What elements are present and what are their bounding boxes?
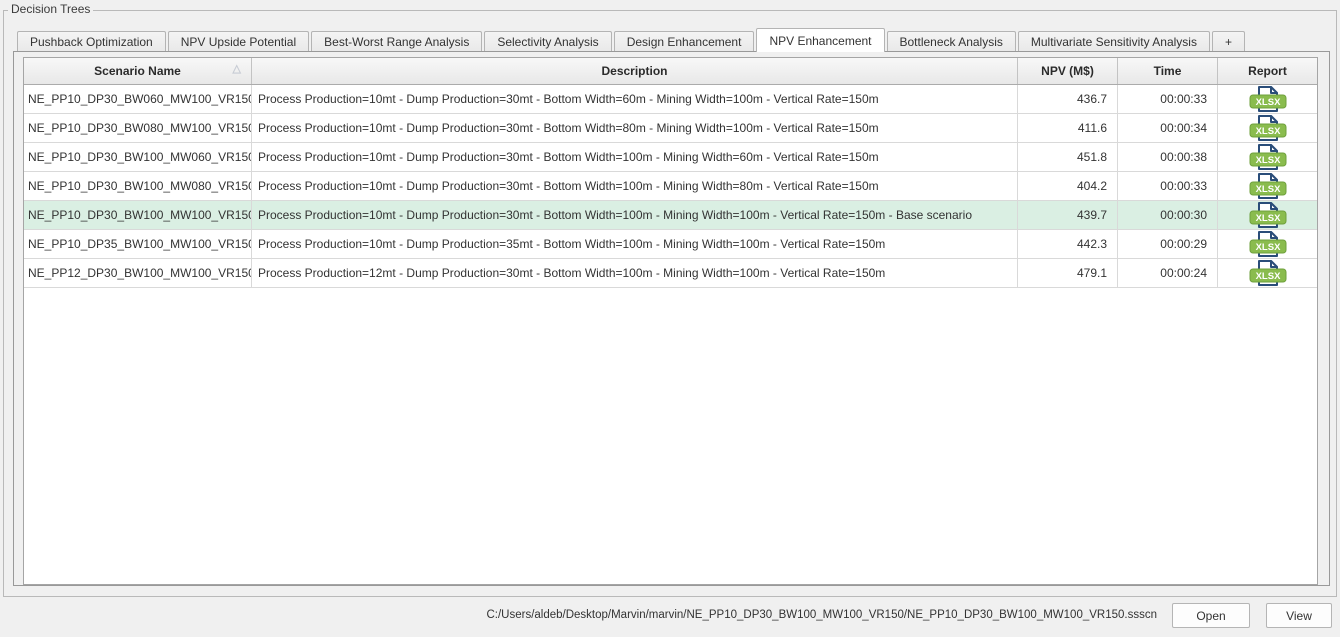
- table-body: NE_PP10_DP30_BW060_MW100_VR150 Process P…: [24, 85, 1317, 288]
- xlsx-report-icon[interactable]: XLSX: [1248, 201, 1288, 229]
- tab-label: Pushback Optimization: [30, 35, 153, 49]
- column-header-label: Scenario Name: [94, 64, 181, 78]
- svg-text:XLSX: XLSX: [1255, 271, 1280, 282]
- time-cell: 00:00:30: [1118, 201, 1218, 229]
- tab-add[interactable]: +: [1212, 31, 1245, 51]
- groupbox-title: Decision Trees: [8, 2, 93, 16]
- open-button[interactable]: Open: [1172, 603, 1250, 628]
- tab-npv-enhancement[interactable]: NPV Enhancement: [756, 28, 884, 52]
- description-cell: Process Production=12mt - Dump Productio…: [252, 259, 1018, 287]
- tab-label: Design Enhancement: [627, 35, 742, 49]
- scenario-name-cell: NE_PP10_DP30_BW100_MW080_VR150: [24, 172, 252, 200]
- report-cell: XLSX: [1218, 201, 1317, 229]
- scenario-name-cell: NE_PP10_DP30_BW060_MW100_VR150: [24, 85, 252, 113]
- xlsx-report-icon[interactable]: XLSX: [1248, 85, 1288, 113]
- tab-best-worst-range-analysis[interactable]: Best-Worst Range Analysis: [311, 31, 482, 51]
- column-header-npv[interactable]: NPV (M$): [1018, 58, 1118, 84]
- description-cell: Process Production=10mt - Dump Productio…: [252, 85, 1018, 113]
- description-cell: Process Production=10mt - Dump Productio…: [252, 230, 1018, 258]
- scenario-name-cell: NE_PP12_DP30_BW100_MW100_VR150: [24, 259, 252, 287]
- time-cell: 00:00:33: [1118, 85, 1218, 113]
- table-row[interactable]: NE_PP10_DP35_BW100_MW100_VR150 Process P…: [24, 230, 1317, 259]
- tab-bar: Pushback Optimization NPV Upside Potenti…: [17, 28, 1247, 52]
- xlsx-report-icon[interactable]: XLSX: [1248, 259, 1288, 287]
- npv-cell: 436.7: [1018, 85, 1118, 113]
- svg-text:XLSX: XLSX: [1255, 97, 1280, 108]
- table-row[interactable]: NE_PP10_DP30_BW060_MW100_VR150 Process P…: [24, 85, 1317, 114]
- svg-text:XLSX: XLSX: [1255, 126, 1280, 137]
- view-button[interactable]: View: [1266, 603, 1332, 628]
- svg-text:XLSX: XLSX: [1255, 213, 1280, 224]
- svg-text:XLSX: XLSX: [1255, 155, 1280, 166]
- description-cell: Process Production=10mt - Dump Productio…: [252, 114, 1018, 142]
- scenario-file-path: C:/Users/aldeb/Desktop/Marvin/marvin/NE_…: [486, 609, 1157, 621]
- tab-label: Selectivity Analysis: [497, 35, 598, 49]
- npv-cell: 442.3: [1018, 230, 1118, 258]
- column-header-scenario-name[interactable]: Scenario Name △: [24, 58, 252, 84]
- description-cell: Process Production=10mt - Dump Productio…: [252, 172, 1018, 200]
- time-cell: 00:00:24: [1118, 259, 1218, 287]
- sort-ascending-icon: △: [233, 64, 241, 75]
- tab-selectivity-analysis[interactable]: Selectivity Analysis: [484, 31, 611, 51]
- tab-label: Bottleneck Analysis: [900, 35, 1003, 49]
- column-header-time[interactable]: Time: [1118, 58, 1218, 84]
- column-header-label: NPV (M$): [1041, 64, 1094, 78]
- npv-cell: 451.8: [1018, 143, 1118, 171]
- report-cell: XLSX: [1218, 85, 1317, 113]
- svg-text:XLSX: XLSX: [1255, 184, 1280, 195]
- column-header-description[interactable]: Description: [252, 58, 1018, 84]
- column-header-label: Description: [601, 64, 667, 78]
- table-row[interactable]: NE_PP10_DP30_BW100_MW060_VR150 Process P…: [24, 143, 1317, 172]
- svg-text:XLSX: XLSX: [1255, 242, 1280, 253]
- report-cell: XLSX: [1218, 143, 1317, 171]
- tab-npv-upside-potential[interactable]: NPV Upside Potential: [168, 31, 309, 51]
- tab-label: +: [1225, 35, 1232, 49]
- tab-label: NPV Upside Potential: [181, 35, 296, 49]
- tab-bottleneck-analysis[interactable]: Bottleneck Analysis: [887, 31, 1016, 51]
- tab-design-enhancement[interactable]: Design Enhancement: [614, 31, 755, 51]
- scenario-table: Scenario Name △ Description NPV (M$) Tim…: [23, 57, 1318, 585]
- xlsx-report-icon[interactable]: XLSX: [1248, 143, 1288, 171]
- xlsx-report-icon[interactable]: XLSX: [1248, 172, 1288, 200]
- column-header-label: Report: [1248, 64, 1287, 78]
- time-cell: 00:00:33: [1118, 172, 1218, 200]
- scenario-name-cell: NE_PP10_DP30_BW100_MW100_VR150: [24, 201, 252, 229]
- scenario-name-cell: NE_PP10_DP35_BW100_MW100_VR150: [24, 230, 252, 258]
- report-cell: XLSX: [1218, 172, 1317, 200]
- time-cell: 00:00:38: [1118, 143, 1218, 171]
- table-row[interactable]: NE_PP10_DP30_BW100_MW100_VR150 Process P…: [24, 201, 1317, 230]
- tab-multivariate-sensitivity-analysis[interactable]: Multivariate Sensitivity Analysis: [1018, 31, 1210, 51]
- tab-label: Multivariate Sensitivity Analysis: [1031, 35, 1197, 49]
- npv-cell: 479.1: [1018, 259, 1118, 287]
- tab-pushback-optimization[interactable]: Pushback Optimization: [17, 31, 166, 51]
- xlsx-report-icon[interactable]: XLSX: [1248, 114, 1288, 142]
- time-cell: 00:00:34: [1118, 114, 1218, 142]
- description-cell: Process Production=10mt - Dump Productio…: [252, 143, 1018, 171]
- tab-label: NPV Enhancement: [769, 34, 871, 48]
- column-header-report[interactable]: Report: [1218, 58, 1317, 84]
- description-cell: Process Production=10mt - Dump Productio…: [252, 201, 1018, 229]
- xlsx-report-icon[interactable]: XLSX: [1248, 230, 1288, 258]
- tab-label: Best-Worst Range Analysis: [324, 35, 469, 49]
- table-row[interactable]: NE_PP10_DP30_BW100_MW080_VR150 Process P…: [24, 172, 1317, 201]
- npv-cell: 411.6: [1018, 114, 1118, 142]
- npv-cell: 404.2: [1018, 172, 1118, 200]
- table-row[interactable]: NE_PP10_DP30_BW080_MW100_VR150 Process P…: [24, 114, 1317, 143]
- report-cell: XLSX: [1218, 114, 1317, 142]
- scenario-name-cell: NE_PP10_DP30_BW100_MW060_VR150: [24, 143, 252, 171]
- scenario-name-cell: NE_PP10_DP30_BW080_MW100_VR150: [24, 114, 252, 142]
- table-header-row: Scenario Name △ Description NPV (M$) Tim…: [24, 58, 1317, 85]
- table-row[interactable]: NE_PP12_DP30_BW100_MW100_VR150 Process P…: [24, 259, 1317, 288]
- column-header-label: Time: [1154, 64, 1182, 78]
- time-cell: 00:00:29: [1118, 230, 1218, 258]
- npv-cell: 439.7: [1018, 201, 1118, 229]
- report-cell: XLSX: [1218, 259, 1317, 287]
- report-cell: XLSX: [1218, 230, 1317, 258]
